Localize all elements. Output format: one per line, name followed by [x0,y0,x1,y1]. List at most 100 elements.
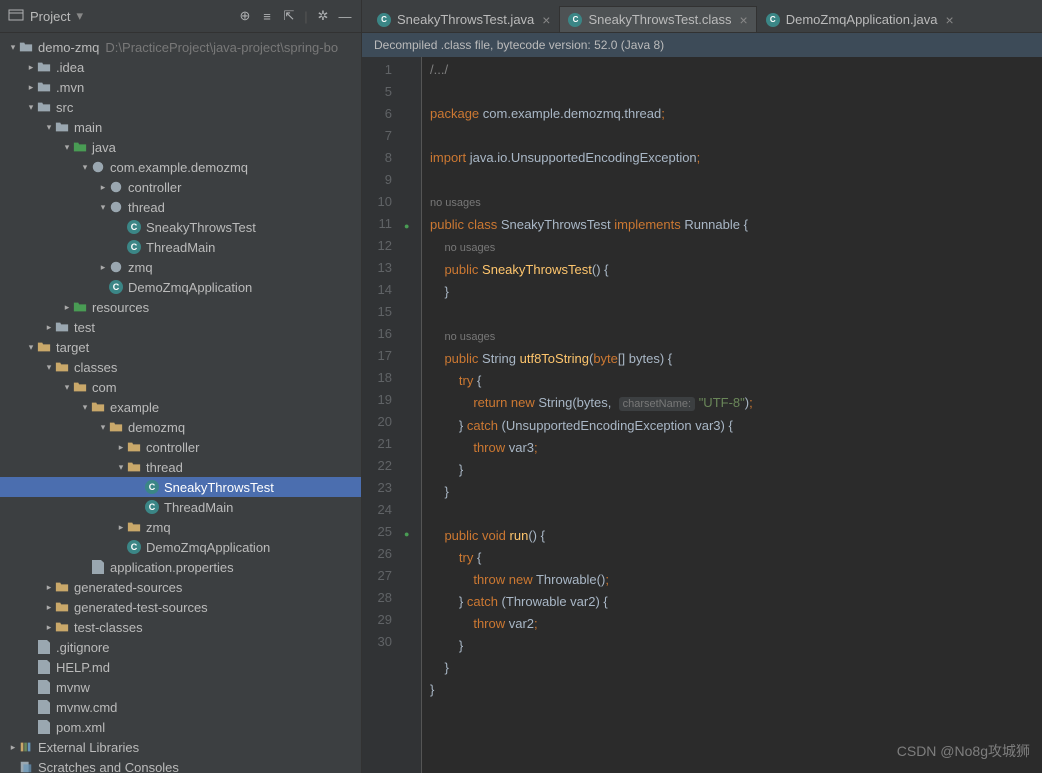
expand-arrow[interactable]: ▾ [44,362,54,373]
tree-node[interactable]: mvnw.cmd [0,697,361,717]
close-icon[interactable]: × [740,12,748,28]
tree-node[interactable]: ▸ zmq [0,517,361,537]
expand-arrow[interactable]: ▸ [26,62,36,73]
package-icon [108,259,124,275]
expand-arrow[interactable]: ▾ [8,42,18,53]
tree-node[interactable]: ▾demo-zmqD:\PracticeProject\java-project… [0,37,361,57]
tree-label: ThreadMain [146,240,215,255]
tree-node[interactable]: ▸.mvn [0,77,361,97]
tree-label: ThreadMain [164,500,233,515]
expand-arrow[interactable]: ▸ [8,742,18,753]
tree-node[interactable]: ▸External Libraries [0,737,361,757]
sidebar-title[interactable]: Project [30,9,70,24]
locate-icon[interactable]: ⊕ [237,8,253,24]
code-area[interactable]: 1567891011121314151617181920212223242526… [362,57,1042,773]
tree-node[interactable]: ▾thread [0,197,361,217]
tree-node[interactable]: ▾demozmq [0,417,361,437]
tree-node[interactable]: ▸ resources [0,297,361,317]
collapse-icon[interactable]: ⇱ [281,8,297,24]
tree-label: controller [146,440,199,455]
tree-node[interactable]: ▸zmq [0,257,361,277]
tree-node[interactable]: HELP.md [0,657,361,677]
tree-node[interactable]: ▾thread [0,457,361,477]
package-icon [108,179,124,195]
tree-node[interactable]: CDemoZmqApplication [0,537,361,557]
tree-node[interactable]: ▾java [0,137,361,157]
expand-arrow[interactable]: ▾ [62,142,72,153]
expand-arrow[interactable]: ▸ [44,602,54,613]
project-sidebar: Project ▾ ⊕ ≡ ⇱ | ✲ — ▾demo-zmqD:\Practi… [0,0,362,773]
expand-icon[interactable]: ≡ [259,8,275,24]
tree-node[interactable]: ▸.idea [0,57,361,77]
tree-node[interactable]: CDemoZmqApplication [0,277,361,297]
tree-node[interactable]: CSneakyThrowsTest [0,217,361,237]
expand-arrow[interactable]: ▸ [26,82,36,93]
scratch-icon [18,759,34,773]
tree-node[interactable]: CThreadMain [0,497,361,517]
tree-node[interactable]: .gitignore [0,637,361,657]
editor-tab[interactable]: CSneakyThrowsTest.class× [559,6,756,32]
tree-node[interactable]: ▸ test [0,317,361,337]
editor-tab[interactable]: CDemoZmqApplication.java× [757,6,963,32]
source-code[interactable]: /.../ package com.example.demozmq.thread… [422,57,1042,773]
expand-arrow[interactable]: ▸ [116,442,126,453]
tree-node[interactable]: pom.xml [0,717,361,737]
expand-arrow[interactable]: ▾ [80,162,90,173]
tree-node[interactable]: ▾com [0,377,361,397]
gear-icon[interactable]: ✲ [315,8,331,24]
expand-arrow[interactable]: ▸ [62,302,72,313]
tree-node[interactable]: ▾ target [0,337,361,357]
tree-label: example [110,400,159,415]
divider: | [303,8,309,24]
project-tree[interactable]: ▾demo-zmqD:\PracticeProject\java-project… [0,33,361,773]
class-icon: C [766,13,780,27]
tree-node[interactable]: ▾ example [0,397,361,417]
tree-node[interactable]: application.properties [0,557,361,577]
tree-node[interactable]: C ThreadMain [0,237,361,257]
tree-node[interactable]: mvnw [0,677,361,697]
hide-icon[interactable]: — [337,8,353,24]
expand-arrow[interactable]: ▾ [98,202,108,213]
tree-node[interactable]: ▸controller [0,177,361,197]
expand-arrow[interactable]: ▸ [98,182,108,193]
file-icon [36,639,52,655]
expand-arrow[interactable]: ▸ [98,262,108,273]
tree-node[interactable]: ▾com.example.demozmq [0,157,361,177]
tree-node[interactable]: ▾ main [0,117,361,137]
tree-label: target [56,340,89,355]
tree-node[interactable]: ▸generated-sources [0,577,361,597]
expand-arrow[interactable]: ▾ [26,342,36,353]
tree-node[interactable]: ▾classes [0,357,361,377]
expand-arrow[interactable]: ▾ [62,382,72,393]
expand-arrow[interactable]: ▾ [116,462,126,473]
source-folder-icon [72,299,88,315]
expand-arrow[interactable]: ▸ [44,582,54,593]
output-folder-icon [126,519,142,535]
expand-arrow[interactable]: ▸ [44,322,54,333]
editor-tab[interactable]: CSneakyThrowsTest.java× [368,6,559,32]
file-icon [36,659,52,675]
package-icon [108,199,124,215]
close-icon[interactable]: × [945,12,953,28]
output-folder-icon [36,339,52,355]
expand-arrow[interactable]: ▸ [116,522,126,533]
tree-node[interactable]: ▸test-classes [0,617,361,637]
dropdown-icon[interactable]: ▾ [76,8,83,24]
tree-node[interactable]: ▾src [0,97,361,117]
expand-arrow[interactable]: ▾ [44,122,54,133]
expand-arrow[interactable]: ▾ [98,422,108,433]
tree-node[interactable]: CSneakyThrowsTest [0,477,361,497]
class-icon: C [108,279,124,295]
expand-arrow[interactable]: ▸ [44,622,54,633]
class-icon: C [126,239,142,255]
tree-label: zmq [146,520,171,535]
tree-label: test [74,320,95,335]
close-icon[interactable]: × [542,12,550,28]
expand-arrow[interactable]: ▾ [80,402,90,413]
tree-label: resources [92,300,149,315]
expand-arrow[interactable]: ▾ [26,102,36,113]
tree-node[interactable]: ▸ controller [0,437,361,457]
tree-node[interactable]: Scratches and Consoles [0,757,361,773]
tree-label: main [74,120,102,135]
tree-node[interactable]: ▸generated-test-sources [0,597,361,617]
